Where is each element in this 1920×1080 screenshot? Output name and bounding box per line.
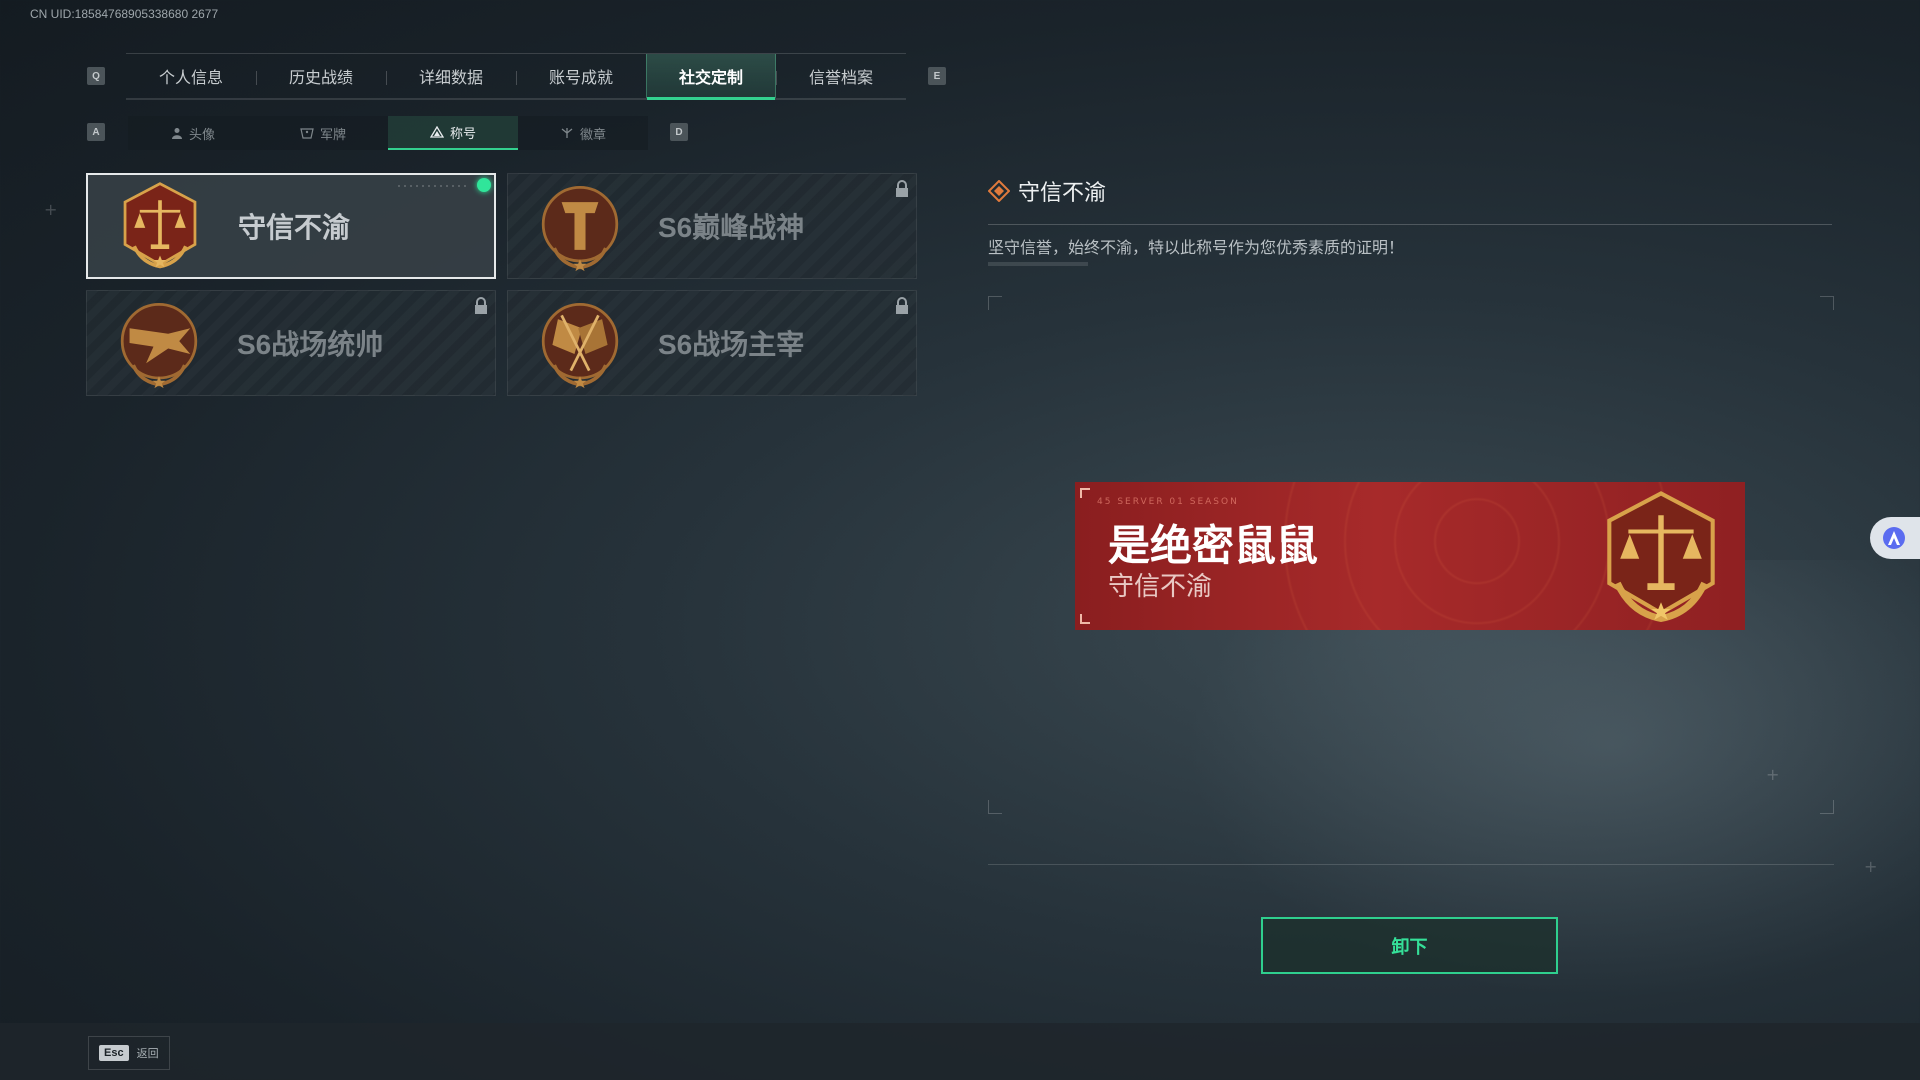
prev-sub-tab-key[interactable]: A [87, 123, 105, 141]
scales-emblem-icon [1607, 491, 1715, 623]
sub-tab-bar: 头像 军牌 称号 徽章 [128, 116, 648, 150]
preview-player-name: 是绝密鼠鼠 [1108, 521, 1319, 570]
equipped-indicator [477, 178, 491, 192]
subtab-badge[interactable]: 徽章 [518, 116, 648, 150]
hud-crosshair: + [44, 200, 58, 219]
title-card-2[interactable]: S6战场统帅 [86, 290, 496, 396]
subtab-badge-label: 徽章 [579, 127, 606, 143]
frame-corner [988, 800, 1002, 814]
assistant-float-button[interactable] [1870, 517, 1920, 559]
t-shield-emblem-icon [541, 185, 619, 272]
title-card-0[interactable]: 守信不渝 [86, 173, 496, 279]
scales-emblem-icon [123, 182, 197, 269]
frame-corner [1820, 800, 1834, 814]
nameplate-preview: 45 SERVER 01 SEASON 是绝密鼠鼠 守信不渝 [1075, 482, 1745, 630]
subtab-title-label: 称号 [449, 126, 476, 142]
dogtag-icon [300, 128, 314, 139]
title-icon [429, 126, 444, 138]
preview-title: 守信不渝 [1108, 572, 1213, 602]
subtab-dogtag-label: 军牌 [319, 127, 346, 143]
player-uid: CN UID:18584768905338680 2677 [30, 7, 219, 21]
subtab-title[interactable]: 称号 [388, 116, 518, 150]
frame-corner [1820, 296, 1834, 310]
tab-credit-record[interactable]: 信誉档案 [776, 54, 906, 98]
preview-code: 45 SERVER 01 SEASON [1097, 497, 1239, 507]
unequip-button[interactable]: 卸下 [1261, 917, 1558, 974]
title-card-1[interactable]: S6巅峰战神 [507, 173, 917, 279]
subtab-dogtag[interactable]: 军牌 [258, 116, 388, 150]
main-tab-bar: 个人信息 历史战绩 详细数据 账号成就 社交定制 信誉档案 [126, 53, 906, 100]
divider [988, 864, 1834, 865]
lock-icon [896, 180, 908, 197]
detail-description: 坚守信誉，始终不渝，特以此称号作为您优秀素质的证明！ [988, 238, 1405, 257]
title-card-0-label: 守信不渝 [238, 212, 351, 243]
badge-icon [561, 128, 573, 138]
tab-achievements[interactable]: 账号成就 [516, 54, 646, 98]
title-card-1-label: S6巅峰战神 [658, 212, 805, 243]
flags-emblem-icon [541, 302, 619, 389]
tab-social-custom[interactable]: 社交定制 [646, 54, 776, 100]
lock-icon [475, 297, 487, 314]
frame-corner [988, 296, 1002, 310]
next-sub-tab-key[interactable]: D [670, 123, 688, 141]
tab-personal-info[interactable]: 个人信息 [126, 54, 256, 98]
person-icon [171, 128, 182, 139]
description-underline [988, 262, 1088, 266]
divider [988, 224, 1832, 225]
detail-header: 守信不渝 [988, 175, 1106, 207]
tab-detailed-stats[interactable]: 详细数据 [386, 54, 516, 98]
bottom-bar [0, 1023, 1920, 1080]
corner-bracket [1080, 488, 1090, 498]
hud-crosshair: + [1864, 857, 1878, 876]
back-button[interactable]: Esc 返回 [88, 1036, 170, 1070]
next-main-tab-key[interactable]: E [928, 67, 946, 85]
title-card-3-label: S6战场主宰 [658, 329, 805, 360]
assistant-icon [1883, 527, 1905, 549]
esc-key: Esc [99, 1045, 129, 1061]
lock-icon [896, 297, 908, 314]
card-decor [398, 185, 468, 187]
diamond-icon [988, 180, 1010, 202]
title-card-3[interactable]: S6战场主宰 [507, 290, 917, 396]
title-card-2-label: S6战场统帅 [237, 329, 384, 360]
prev-main-tab-key[interactable]: Q [87, 67, 105, 85]
hud-crosshair: + [1766, 765, 1780, 784]
jet-emblem-icon [120, 302, 198, 389]
subtab-avatar[interactable]: 头像 [128, 116, 258, 150]
back-label: 返回 [136, 1047, 159, 1060]
corner-bracket [1080, 614, 1090, 624]
subtab-avatar-label: 头像 [188, 127, 215, 143]
tab-match-history[interactable]: 历史战绩 [256, 54, 386, 98]
detail-title: 守信不渝 [1018, 181, 1107, 206]
